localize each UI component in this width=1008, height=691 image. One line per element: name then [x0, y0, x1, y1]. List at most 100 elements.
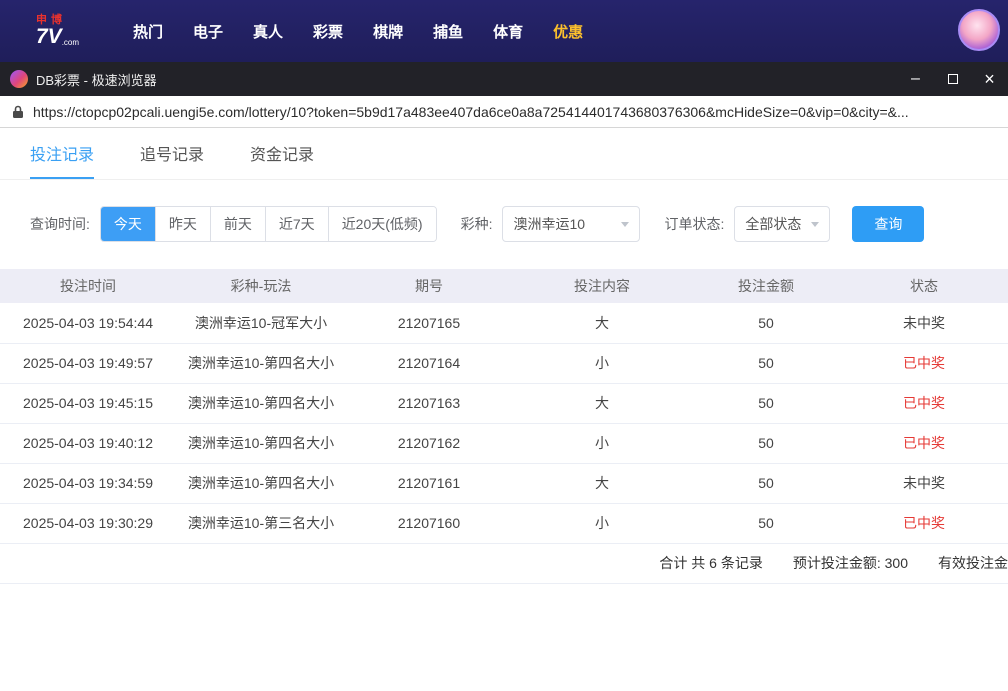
bet-amount-cell: 50	[692, 503, 840, 543]
status-select[interactable]: 全部状态	[734, 206, 830, 242]
table-row: 2025-04-03 19:54:44澳洲幸运10-冠军大小21207165大5…	[0, 303, 1008, 343]
lottery-select-value: 澳洲幸运10	[513, 214, 585, 234]
close-button[interactable]: ×	[971, 62, 1008, 96]
bet-content-cell: 小	[512, 423, 692, 463]
nav-item-7[interactable]: 体育	[478, 21, 538, 42]
bet-amount-cell: 50	[692, 343, 840, 383]
nav-item-2[interactable]: 电子	[178, 21, 238, 42]
filter-bar: 查询时间: 今天昨天前天近7天近20天(低频) 彩种: 澳洲幸运10 订单状态:…	[30, 206, 1008, 242]
column-header-4: 投注内容	[512, 269, 692, 303]
table-row: 2025-04-03 19:34:59澳洲幸运10-第四名大小21207161大…	[0, 463, 1008, 503]
bet-time-cell: 2025-04-03 19:49:57	[0, 343, 176, 383]
table-header-row: 投注时间彩种-玩法期号投注内容投注金额状态	[0, 269, 1008, 303]
play-type-cell: 澳洲幸运10-第三名大小	[176, 503, 346, 543]
time-option-5[interactable]: 近20天(低频)	[329, 207, 436, 241]
maximize-button[interactable]	[934, 62, 971, 96]
table-row: 2025-04-03 19:45:15澳洲幸运10-第四名大小21207163大…	[0, 383, 1008, 423]
issue-cell: 21207161	[346, 463, 512, 503]
bet-content-cell: 小	[512, 343, 692, 383]
play-type-cell: 澳洲幸运10-冠军大小	[176, 303, 346, 343]
issue-cell: 21207160	[346, 503, 512, 543]
column-header-6: 状态	[840, 269, 1008, 303]
window-controls: – ×	[897, 62, 1008, 96]
browser-titlebar: DB彩票 - 极速浏览器 – ×	[0, 62, 1008, 96]
url-text: https://ctopcp02pcali.uengi5e.com/lotter…	[33, 104, 909, 120]
status-cell: 未中奖	[840, 463, 1008, 503]
bet-content-cell: 大	[512, 383, 692, 423]
time-option-3[interactable]: 前天	[211, 207, 266, 241]
lock-icon	[12, 105, 24, 119]
status-cell: 已中奖	[840, 423, 1008, 463]
play-type-cell: 澳洲幸运10-第四名大小	[176, 463, 346, 503]
nav-item-4[interactable]: 彩票	[298, 21, 358, 42]
bet-amount-cell: 50	[692, 423, 840, 463]
status-select-value: 全部状态	[745, 214, 801, 234]
column-header-1: 投注时间	[0, 269, 176, 303]
bet-content-cell: 大	[512, 463, 692, 503]
bet-time-cell: 2025-04-03 19:40:12	[0, 423, 176, 463]
column-header-2: 彩种-玩法	[176, 269, 346, 303]
summary-valid: 有效投注金	[938, 553, 1008, 573]
time-filter-label: 查询时间:	[30, 214, 90, 234]
play-type-cell: 澳洲幸运10-第四名大小	[176, 383, 346, 423]
lottery-filter-label: 彩种:	[461, 214, 493, 234]
window-title: DB彩票 - 极速浏览器	[36, 70, 157, 89]
bet-content-cell: 小	[512, 503, 692, 543]
bet-content-cell: 大	[512, 303, 692, 343]
user-avatar[interactable]	[958, 9, 1000, 51]
logo-text-main: 7V	[36, 25, 62, 48]
status-cell: 已中奖	[840, 503, 1008, 543]
status-cell: 已中奖	[840, 383, 1008, 423]
tab-1[interactable]: 投注记录	[30, 128, 94, 179]
bet-time-cell: 2025-04-03 19:30:29	[0, 503, 176, 543]
status-filter-label: 订单状态:	[664, 214, 724, 234]
table-row: 2025-04-03 19:30:29澳洲幸运10-第三名大小21207160小…	[0, 503, 1008, 543]
play-type-cell: 澳洲幸运10-第四名大小	[176, 423, 346, 463]
chevron-down-icon	[811, 222, 819, 227]
site-logo[interactable]: 申博 7V.com	[36, 15, 100, 47]
nav-item-6[interactable]: 捕鱼	[418, 21, 478, 42]
issue-cell: 21207163	[346, 383, 512, 423]
bet-time-cell: 2025-04-03 19:45:15	[0, 383, 176, 423]
browser-app-icon	[10, 70, 28, 88]
logo-text-suffix: .com	[62, 38, 79, 47]
chevron-down-icon	[621, 222, 629, 227]
nav-item-3[interactable]: 真人	[238, 21, 298, 42]
summary-expected: 预计投注金额: 300	[793, 553, 908, 573]
time-option-1[interactable]: 今天	[101, 207, 156, 241]
issue-cell: 21207164	[346, 343, 512, 383]
site-header: 申博 7V.com 热门电子真人彩票棋牌捕鱼体育优惠	[0, 0, 1008, 62]
records-tbody: 2025-04-03 19:54:44澳洲幸运10-冠军大小21207165大5…	[0, 303, 1008, 543]
summary-bar: 合计 共 6 条记录 预计投注金额: 300 有效投注金	[0, 544, 1008, 584]
record-tabs: 投注记录追号记录资金记录	[0, 128, 1008, 180]
column-header-5: 投注金额	[692, 269, 840, 303]
maximize-icon	[948, 74, 958, 84]
status-cell: 已中奖	[840, 343, 1008, 383]
nav-item-1[interactable]: 热门	[118, 21, 178, 42]
bet-time-cell: 2025-04-03 19:34:59	[0, 463, 176, 503]
nav-item-8[interactable]: 优惠	[538, 21, 598, 42]
tab-3[interactable]: 资金记录	[250, 128, 314, 179]
time-option-4[interactable]: 近7天	[266, 207, 329, 241]
summary-total: 合计 共 6 条记录	[659, 553, 762, 573]
records-table: 投注时间彩种-玩法期号投注内容投注金额状态 2025-04-03 19:54:4…	[0, 269, 1008, 544]
bet-time-cell: 2025-04-03 19:54:44	[0, 303, 176, 343]
column-header-3: 期号	[346, 269, 512, 303]
lottery-select[interactable]: 澳洲幸运10	[502, 206, 640, 242]
minimize-button[interactable]: –	[897, 62, 934, 96]
time-filter-group: 今天昨天前天近7天近20天(低频)	[100, 206, 437, 242]
bet-amount-cell: 50	[692, 383, 840, 423]
play-type-cell: 澳洲幸运10-第四名大小	[176, 343, 346, 383]
issue-cell: 21207162	[346, 423, 512, 463]
nav-item-5[interactable]: 棋牌	[358, 21, 418, 42]
table-row: 2025-04-03 19:40:12澳洲幸运10-第四名大小21207162小…	[0, 423, 1008, 463]
address-bar[interactable]: https://ctopcp02pcali.uengi5e.com/lotter…	[0, 96, 1008, 128]
main-nav: 热门电子真人彩票棋牌捕鱼体育优惠	[118, 21, 598, 42]
bet-amount-cell: 50	[692, 463, 840, 503]
table-row: 2025-04-03 19:49:57澳洲幸运10-第四名大小21207164小…	[0, 343, 1008, 383]
tab-2[interactable]: 追号记录	[140, 128, 204, 179]
status-cell: 未中奖	[840, 303, 1008, 343]
time-option-2[interactable]: 昨天	[156, 207, 211, 241]
query-button[interactable]: 查询	[852, 206, 924, 242]
bet-amount-cell: 50	[692, 303, 840, 343]
